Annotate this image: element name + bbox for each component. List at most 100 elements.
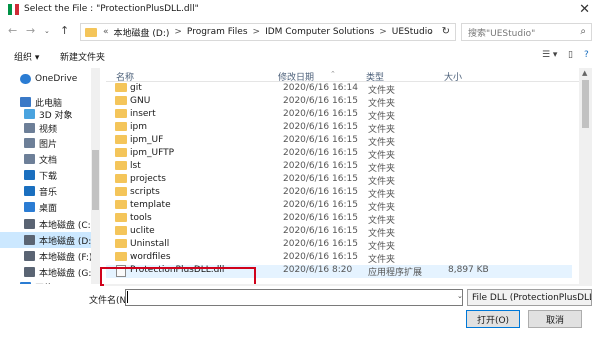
filetype-select[interactable]: File DLL (ProtectionPlusDLL.dll) <box>467 289 592 306</box>
file-date: 2020/6/16 16:15 <box>283 109 358 119</box>
file-row[interactable]: ipm 2020/6/16 16:15 文件夹 <box>106 122 572 135</box>
refresh-icon[interactable]: ↻ <box>442 26 450 37</box>
file-row[interactable]: git 2020/6/16 16:14 文件夹 <box>106 83 572 96</box>
nav-item[interactable]: 图片 <box>0 135 100 151</box>
back-arrow-icon[interactable]: ← <box>8 24 17 37</box>
file-name: ipm_UFTP <box>130 148 175 158</box>
folder-icon <box>115 122 127 131</box>
nav-item[interactable]: 文档 <box>0 151 100 167</box>
file-row[interactable]: template 2020/6/16 16:15 文件夹 <box>106 200 572 213</box>
navigation-pane: OneDrive 此电脑 3D 对象 视频 图片 文档 下载 音乐 桌面 本地磁盘 (C:) 本地磁… <box>0 68 104 284</box>
nav-item[interactable]: 本地磁盘 (C:) <box>0 216 100 232</box>
file-name: lst <box>130 161 141 171</box>
file-row[interactable]: lst 2020/6/16 16:15 文件夹 <box>106 161 572 174</box>
file-size: 8,897 KB <box>448 265 489 275</box>
file-name: ipm <box>130 122 147 132</box>
nav-item-label: 下载 <box>39 171 58 182</box>
recent-chevron-icon[interactable]: ⌄ <box>44 27 50 35</box>
file-row[interactable]: projects 2020/6/16 16:15 文件夹 <box>106 174 572 187</box>
list-scrollbar[interactable]: ▲ <box>579 68 592 284</box>
forward-arrow-icon[interactable]: → <box>26 24 35 37</box>
nav-item[interactable]: 本地磁盘 (D:) <box>0 232 100 248</box>
window-title: Select the File : "ProtectionPlusDLL.dll… <box>24 4 199 14</box>
column-type[interactable]: 类型 <box>366 70 384 83</box>
cloud-icon <box>20 74 31 84</box>
file-row[interactable]: ipm_UFTP 2020/6/16 16:15 文件夹 <box>106 148 572 161</box>
file-row[interactable]: GNU 2020/6/16 16:15 文件夹 <box>106 96 572 109</box>
file-row[interactable]: ipm_UF 2020/6/16 16:15 文件夹 <box>106 135 572 148</box>
nav-item[interactable]: 下载 <box>0 167 100 183</box>
file-name: ProtectionPlusDLL.dll <box>130 265 225 275</box>
close-icon[interactable]: ✕ <box>579 2 590 17</box>
up-arrow-icon[interactable]: ↑ <box>60 24 69 37</box>
nav-item[interactable]: 视频 <box>0 120 100 136</box>
column-size[interactable]: 大小 <box>444 70 462 83</box>
column-date[interactable]: 修改日期 <box>278 70 314 83</box>
nav-item-label: OneDrive <box>35 74 78 84</box>
file-name: tools <box>130 213 152 223</box>
breadcrumb-separator: > <box>379 27 387 37</box>
nav-item[interactable]: 本地磁盘 (F:) <box>0 248 100 264</box>
preview-pane-icon[interactable]: ▯ <box>568 50 573 60</box>
file-type: 文件夹 <box>368 112 396 122</box>
download-icon <box>24 170 35 180</box>
nav-item-label: 网络 <box>35 281 53 285</box>
file-date: 2020/6/16 16:15 <box>283 213 358 223</box>
breadcrumb-idm[interactable]: IDM Computer Solutions <box>265 27 374 37</box>
file-row[interactable]: tools 2020/6/16 16:15 文件夹 <box>106 213 572 226</box>
nav-item[interactable]: 音乐 <box>0 183 100 199</box>
folder-icon <box>115 174 127 183</box>
nav-item[interactable]: 网络 <box>0 279 100 284</box>
breadcrumb-drive[interactable]: 本地磁盘 (D:) <box>114 26 170 39</box>
open-button[interactable]: 打开(O) <box>466 310 520 328</box>
file-row[interactable]: ProtectionPlusDLL.dll 2020/6/16 8:20 应用程序扩… <box>106 265 572 278</box>
folder-icon <box>115 83 127 92</box>
nav-item[interactable]: OneDrive <box>0 71 100 87</box>
nav-item-label: 视频 <box>39 124 58 135</box>
file-row[interactable]: Uninstall 2020/6/16 16:15 文件夹 <box>106 239 572 252</box>
file-date: 2020/6/16 16:15 <box>283 239 358 249</box>
music-icon <box>24 186 35 196</box>
drive-icon <box>24 219 35 229</box>
address-bar[interactable]: « 本地磁盘 (D:) > Program Files > IDM Comput… <box>80 23 456 41</box>
nav-scrollbar-thumb[interactable] <box>92 150 99 210</box>
new-folder-button[interactable]: 新建文件夹 <box>60 50 105 63</box>
file-row[interactable]: wordfiles 2020/6/16 16:15 文件夹 <box>106 252 572 265</box>
overflow-chevron[interactable]: « <box>103 27 109 37</box>
file-type: 文件夹 <box>368 99 396 109</box>
search-box[interactable]: 搜索"UEStudio" ⌕ <box>461 23 592 41</box>
cancel-button[interactable]: 取消 <box>528 310 582 328</box>
nav-item-label: 文档 <box>39 155 58 166</box>
desktop-icon <box>24 202 35 212</box>
file-type: 文件夹 <box>368 151 396 161</box>
folder-icon <box>115 161 127 170</box>
address-dropdown-icon[interactable]: ⌄ <box>426 27 433 36</box>
drive-icon <box>24 235 35 245</box>
breadcrumb-program-files[interactable]: Program Files <box>187 27 248 37</box>
file-row[interactable]: scripts 2020/6/16 16:15 文件夹 <box>106 187 572 200</box>
column-name[interactable]: 名称 <box>116 70 134 83</box>
folder-icon <box>115 148 127 157</box>
breadcrumb-separator: > <box>252 27 261 37</box>
nav-item[interactable]: 本地磁盘 (G:) <box>0 264 100 280</box>
scroll-up-icon[interactable]: ▲ <box>582 69 587 77</box>
file-date: 2020/6/16 16:15 <box>283 187 358 197</box>
nav-item[interactable]: 桌面 <box>0 199 100 215</box>
filename-input[interactable] <box>125 289 463 306</box>
file-date: 2020/6/16 16:15 <box>283 161 358 171</box>
address-row: ← → ⌄ ↑ « 本地磁盘 (D:) > Program Files > ID… <box>0 20 600 44</box>
folder-icon <box>115 135 127 144</box>
file-row[interactable]: uclite 2020/6/16 16:15 文件夹 <box>106 226 572 239</box>
file-row[interactable]: insert 2020/6/16 16:15 文件夹 <box>106 109 572 122</box>
search-icon[interactable]: ⌕ <box>580 26 586 37</box>
list-scrollbar-thumb[interactable] <box>582 80 589 128</box>
filetype-value: File DLL (ProtectionPlusDLL.dll) <box>472 292 591 303</box>
view-options-icon[interactable]: ☰ ▾ <box>542 50 557 60</box>
file-name: projects <box>130 174 166 184</box>
help-icon[interactable]: ? <box>584 50 589 60</box>
filename-dropdown-icon[interactable]: ⌄ <box>457 292 463 300</box>
nav-item-label: 本地磁盘 (D:) <box>39 236 95 247</box>
organize-button[interactable]: 组织 ▾ <box>14 50 39 63</box>
file-date: 2020/6/16 16:15 <box>283 226 358 236</box>
search-input[interactable]: 搜索"UEStudio" <box>468 26 535 39</box>
